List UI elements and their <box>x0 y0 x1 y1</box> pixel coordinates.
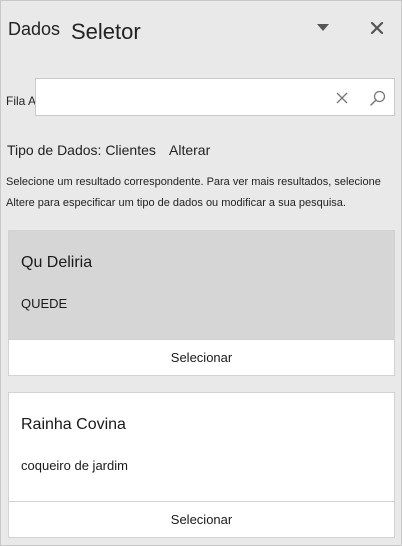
result-name: Rainha Covina <box>21 416 126 433</box>
pane-title: Seletor <box>71 19 141 44</box>
result-card-body[interactable]: Qu Deliria QUEDE <box>9 231 394 339</box>
chevron-down-icon <box>317 24 329 31</box>
result-card[interactable]: Rainha Covina coqueiro de jardim Selecio… <box>8 392 395 538</box>
data-type-label: Tipo de Dados: Clientes <box>7 142 156 158</box>
search-input[interactable] <box>44 87 324 109</box>
search-box <box>35 78 395 116</box>
select-result-button[interactable]: Selecionar <box>9 339 394 375</box>
change-data-type-link[interactable]: Alterar <box>169 142 210 158</box>
search-icon <box>370 90 386 106</box>
select-result-button[interactable]: Selecionar <box>9 501 394 537</box>
result-name: Qu Deliria <box>21 254 93 271</box>
close-button[interactable] <box>366 17 388 39</box>
data-selector-pane: Dados Seletor Fila A2 Tipo de Dados: Cli… <box>0 0 402 546</box>
result-subtitle: coqueiro de jardim <box>21 458 128 473</box>
pane-header: Dados Seletor <box>1 1 401 61</box>
pane-options-button[interactable] <box>312 17 334 39</box>
help-text-line-1: Selecione um resultado correspondente. P… <box>6 176 381 188</box>
result-card-body[interactable]: Rainha Covina coqueiro de jardim <box>9 393 394 501</box>
clear-search-button[interactable] <box>332 88 352 108</box>
result-subtitle: QUEDE <box>21 296 68 311</box>
help-text-line-2: Altere para especificar um tipo de dados… <box>6 197 346 209</box>
close-icon <box>370 21 384 35</box>
search-button[interactable] <box>368 88 388 108</box>
result-card[interactable]: Qu Deliria QUEDE Selecionar <box>8 230 395 376</box>
clear-icon <box>336 92 348 104</box>
pane-title-prefix: Dados <box>8 19 61 39</box>
